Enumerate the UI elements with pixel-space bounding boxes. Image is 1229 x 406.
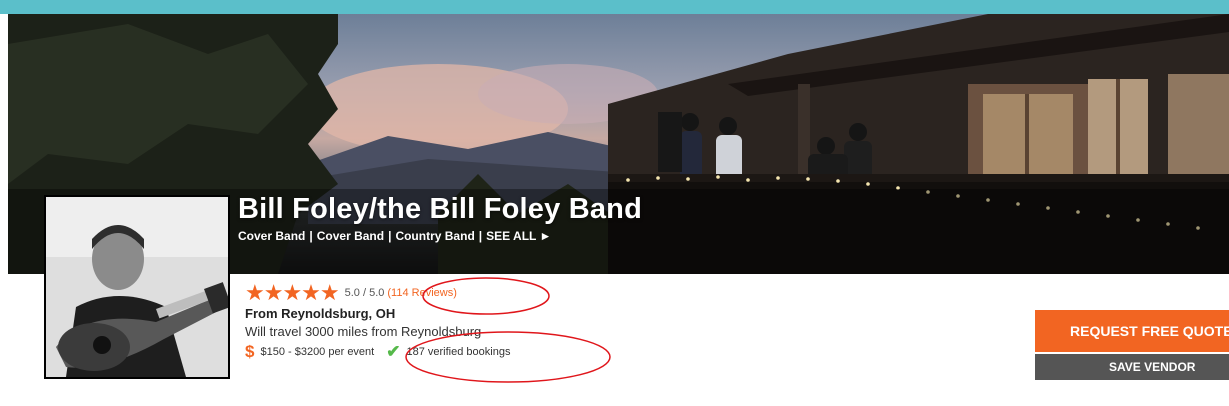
rating-value: 5.0 / 5.0 — [344, 287, 385, 299]
vendor-name: Bill Foley/the Bill Foley Band — [238, 193, 642, 225]
category-list: Cover Band | Cover Band | Country Band | SEE A… — [238, 229, 551, 243]
vendor-avatar — [44, 195, 230, 379]
category-link[interactable]: Country Band — [395, 229, 474, 243]
category-separator: | — [388, 229, 392, 243]
star-rating-icons: ★★★★★ — [245, 280, 340, 305]
price-range: $150 - $3200 per event — [260, 345, 375, 358]
dollar-icon: $ — [245, 342, 255, 361]
verified-bookings: 187 verified bookings — [406, 345, 511, 358]
category-link[interactable]: Cover Band — [317, 229, 384, 243]
vendor-info: ★★★★★ 5.0 / 5.0 (114 Reviews) From Reyno… — [245, 282, 510, 361]
category-separator: | — [309, 229, 313, 243]
save-vendor-button[interactable]: SAVE VENDOR — [1035, 354, 1229, 380]
travel-distance: Will travel 3000 miles from Reynoldsburg — [245, 324, 482, 339]
reviews-link[interactable]: (114 Reviews) — [387, 287, 457, 299]
category-link[interactable]: Cover Band — [238, 229, 305, 243]
rating-row: ★★★★★ 5.0 / 5.0 (114 Reviews) — [245, 282, 510, 304]
avatar-photo — [46, 197, 228, 377]
vendor-location: From Reynoldsburg, OH — [245, 306, 396, 321]
see-all-link[interactable]: SEE ALL ► — [486, 229, 551, 243]
request-quote-button[interactable]: REQUEST FREE QUOTE — [1035, 310, 1229, 352]
category-separator: | — [478, 229, 483, 243]
price-bookings-row: $ $150 - $3200 per event ✔ 187 verified … — [245, 343, 510, 360]
top-accent-strip — [0, 0, 1229, 14]
checkmark-icon: ✔ — [386, 342, 401, 361]
